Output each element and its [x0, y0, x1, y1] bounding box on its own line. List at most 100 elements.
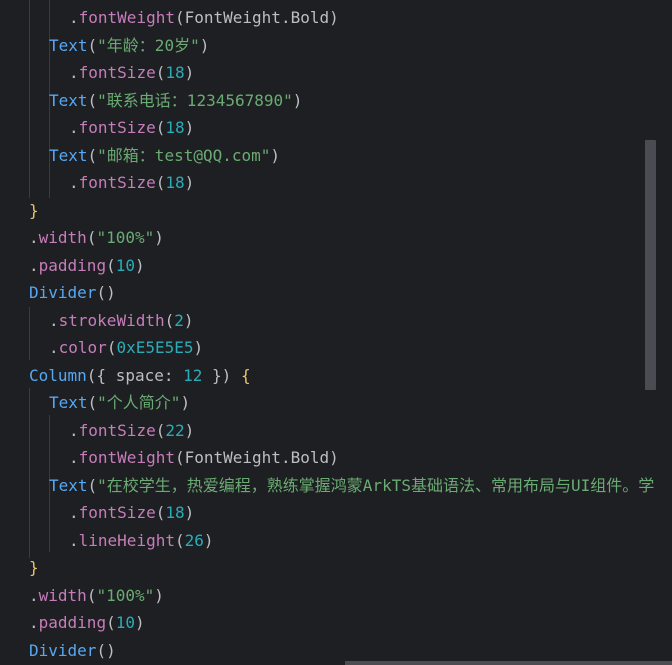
code-line: Text("联系电话：1234567890") [49, 89, 302, 113]
code-token: fontSize [78, 420, 156, 440]
code-token: ( [106, 613, 116, 632]
code-line: .fontWeight(FontWeight.Bold) [69, 446, 339, 470]
code-token: "个人简介" [97, 393, 181, 412]
code-line: .strokeWidth(2) [49, 309, 194, 333]
code-token: . [69, 448, 79, 467]
code-token: ( [174, 8, 185, 27]
code-line: Divider() [29, 639, 116, 663]
code-token: ) [134, 613, 145, 632]
code-line: .lineHeight(26) [69, 529, 214, 553]
code-line: Text("年龄：20岁") [49, 34, 209, 58]
code-token: Bold [290, 448, 330, 467]
code-token: . [69, 63, 79, 82]
code-token: ( [106, 255, 116, 275]
code-line: .padding(10) [29, 254, 145, 278]
code-token: ) [184, 63, 195, 82]
code-token: fontWeight [78, 448, 175, 467]
code-token: ) [183, 310, 194, 330]
code-token: ( [87, 35, 98, 55]
code-token: Divider [29, 283, 97, 302]
code-token: "年龄：20岁" [97, 35, 200, 55]
code-token: ) [154, 228, 164, 247]
code-token: . [29, 228, 39, 247]
code-token: fontSize [78, 503, 156, 522]
code-token: "联系电话：1234567890" [97, 90, 293, 110]
code-token: fontSize [78, 173, 156, 192]
code-line: } [29, 556, 39, 580]
code-token: ( [155, 173, 166, 192]
code-line: Column({ space: 12 }) { [29, 364, 251, 388]
code-token: padding [38, 613, 107, 632]
code-token: : [163, 365, 184, 385]
code-line: } [29, 199, 39, 223]
code-line: .fontSize(18) [69, 171, 194, 195]
code-line: .color(0xE5E5E5) [49, 336, 203, 360]
code-token: 22 [165, 420, 185, 440]
code-token: ( [106, 338, 117, 357]
code-token: "邮箱：test@QQ.com" [97, 145, 271, 165]
code-token: "100%" [96, 585, 155, 605]
code-token: ) [329, 8, 339, 27]
code-token: FontWeight [184, 448, 281, 467]
horizontal-scrollbar[interactable] [345, 661, 672, 665]
code-line: Text("个人简介") [49, 391, 190, 415]
code-token: ) [203, 530, 214, 550]
code-token: lineHeight [78, 530, 175, 550]
code-token: ( [155, 503, 166, 522]
vertical-scrollbar[interactable] [645, 140, 656, 390]
code-token: ) [184, 420, 195, 440]
code-token: . [49, 310, 59, 330]
code-token: ) [184, 118, 195, 137]
code-line: Text("邮箱：test@QQ.com") [49, 144, 280, 168]
code-token: fontSize [78, 118, 156, 137]
code-token: ) [329, 448, 339, 467]
code-token: . [29, 255, 39, 275]
code-token: . [49, 338, 59, 357]
code-editor[interactable]: .fontWeight(FontWeight.Bold) Text("年龄：20岁… [0, 0, 672, 665]
code-token: Bold [290, 8, 330, 27]
code-token: ( [155, 420, 166, 440]
code-token: Text [49, 145, 88, 165]
code-token: FontWeight [184, 8, 281, 27]
code-token: strokeWidth [58, 310, 165, 330]
code-token: ( [164, 310, 175, 330]
code-token: 18 [165, 118, 185, 137]
code-token: ) [184, 173, 195, 192]
code-token: ) [154, 585, 164, 605]
code-token: 18 [165, 503, 185, 522]
code-token: ) [193, 338, 204, 357]
code-token: Text [49, 90, 88, 110]
code-token: ( [87, 393, 98, 412]
code-line: Divider() [29, 281, 116, 305]
code-token: ) [184, 503, 195, 522]
code-line: .width("100%") [29, 226, 164, 250]
code-line: .fontWeight(FontWeight.Bold) [69, 6, 339, 30]
code-token: 26 [184, 530, 204, 550]
indent-guide [29, 388, 30, 558]
code-token: ( [174, 448, 185, 467]
code-token: ( [86, 585, 97, 605]
code-token: width [38, 585, 87, 605]
code-token: . [29, 585, 39, 605]
code-token: ( [87, 475, 98, 495]
code-token: . [69, 8, 79, 27]
code-token: 2 [174, 310, 184, 330]
code-token: . [69, 503, 79, 522]
code-token: 18 [165, 63, 185, 82]
code-token: ) [134, 255, 145, 275]
code-token: fontSize [78, 63, 156, 82]
code-token: . [69, 173, 79, 192]
code-token: }) [202, 365, 241, 385]
code-token: ( [155, 63, 166, 82]
code-line: .padding(10) [29, 611, 145, 635]
code-token: "100%" [96, 228, 155, 247]
code-token: 10 [115, 255, 135, 275]
code-token: . [280, 448, 291, 467]
code-token: 18 [165, 173, 185, 192]
code-token: ) [199, 35, 210, 55]
code-token: . [69, 530, 79, 550]
code-token: . [29, 613, 39, 632]
code-token: ( [87, 145, 98, 165]
code-token: ({ [86, 365, 116, 385]
code-token: } [29, 558, 39, 577]
